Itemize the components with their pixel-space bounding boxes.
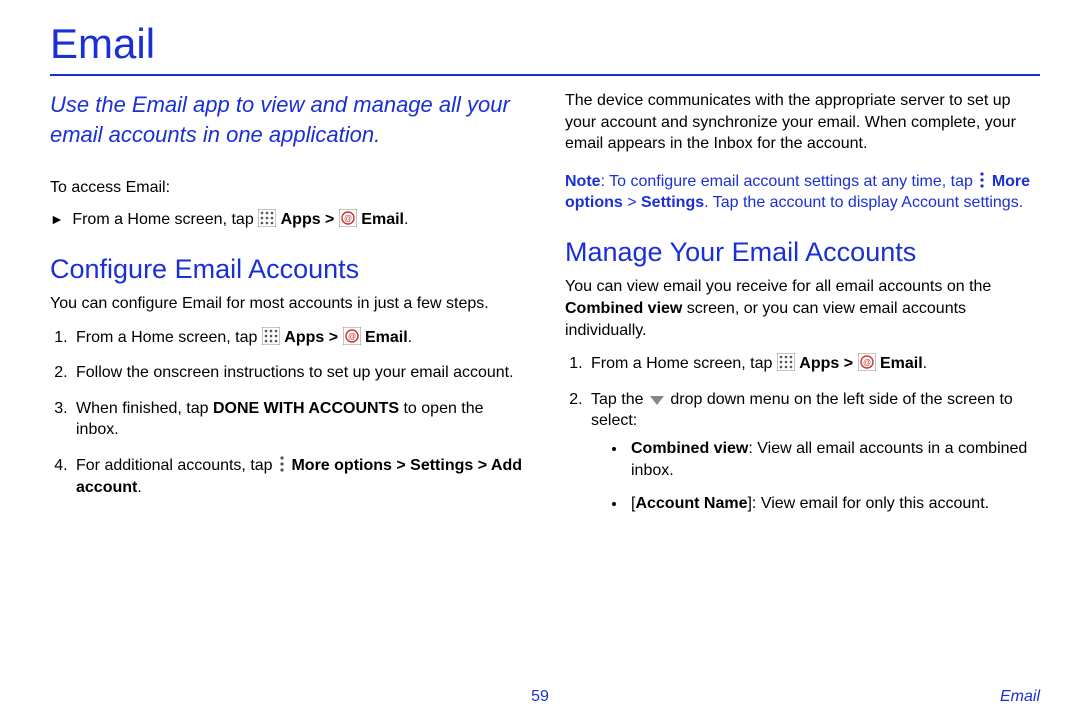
list-item: From a Home screen, tap Apps > @ Email. [72, 327, 525, 349]
email-icon: @ [343, 327, 361, 345]
list-item: For additional accounts, tap More option… [72, 455, 525, 498]
combined-view-label: Combined view [631, 440, 748, 457]
page-title: Email [50, 20, 1040, 68]
list-item: From a Home screen, tap Apps > @ Email. [587, 353, 1040, 375]
access-step: ► From a Home screen, tap Apps > @ Email… [50, 209, 525, 231]
right-column: The device communicates with the appropr… [565, 90, 1040, 529]
sep: > [623, 194, 641, 211]
apps-label: Apps [281, 211, 321, 228]
title-rule [50, 74, 1040, 76]
configure-steps: From a Home screen, tap Apps > @ Email. … [50, 327, 525, 499]
configure-desc: You can configure Email for most account… [50, 293, 525, 315]
svg-text:@: @ [862, 358, 870, 367]
list-item: Tap the drop down menu on the left side … [587, 389, 1040, 515]
text: From a Home screen, tap [76, 329, 262, 346]
apps-icon [777, 353, 795, 371]
svg-text:@: @ [347, 332, 355, 341]
text: When finished, tap [76, 400, 213, 417]
more-options-icon [977, 171, 987, 189]
account-name-label: Account Name [635, 495, 747, 512]
settings-label: Settings [410, 457, 473, 474]
email-icon: @ [858, 353, 876, 371]
sync-paragraph: The device communicates with the appropr… [565, 90, 1040, 155]
done-label: DONE WITH ACCOUNTS [213, 400, 399, 417]
manage-steps: From a Home screen, tap Apps > @ Email. … [565, 353, 1040, 515]
sep: > [473, 457, 491, 474]
sep: > [839, 355, 857, 372]
sep: > [392, 457, 410, 474]
note-label: Note [565, 173, 601, 190]
text: ]: View email for only this account. [747, 495, 989, 512]
manage-bullets: Combined view: View all email accounts i… [591, 438, 1040, 515]
more-options-label: More options [291, 457, 391, 474]
intro-text: Use the Email app to view and manage all… [50, 90, 525, 149]
content-columns: Use the Email app to view and manage all… [50, 90, 1040, 529]
text: . Tap the account to display Account set… [704, 194, 1023, 211]
list-item: [Account Name]: View email for only this… [627, 493, 1040, 515]
text: : To configure email account settings at… [601, 173, 978, 190]
email-label: Email [365, 329, 408, 346]
more-options-icon [277, 455, 287, 473]
manage-desc: You can view email you receive for all e… [565, 276, 1040, 341]
access-prefix: From a Home screen, tap [72, 211, 258, 228]
settings-label: Settings [641, 194, 704, 211]
arrow-icon: ► [50, 210, 64, 229]
email-label: Email [361, 211, 404, 228]
list-item: Follow the onscreen instructions to set … [72, 362, 525, 384]
text: From a Home screen, tap [591, 355, 777, 372]
note-paragraph: Note: To configure email account setting… [565, 171, 1040, 214]
text: You can view email you receive for all e… [565, 278, 991, 295]
text: Tap the [591, 391, 648, 408]
sep: > [324, 329, 342, 346]
page-number: 59 [0, 688, 1080, 706]
list-item: When finished, tap DONE WITH ACCOUNTS to… [72, 398, 525, 441]
configure-heading: Configure Email Accounts [50, 251, 525, 287]
combined-view-label: Combined view [565, 300, 682, 317]
text: For additional accounts, tap [76, 457, 277, 474]
apps-label: Apps [284, 329, 324, 346]
email-icon: @ [339, 209, 357, 227]
manage-heading: Manage Your Email Accounts [565, 234, 1040, 270]
access-label: To access Email: [50, 177, 525, 199]
svg-text:@: @ [344, 214, 352, 223]
dropdown-icon [648, 393, 666, 407]
sep: > [321, 211, 339, 228]
apps-label: Apps [799, 355, 839, 372]
email-label: Email [880, 355, 923, 372]
left-column: Use the Email app to view and manage all… [50, 90, 525, 529]
list-item: Combined view: View all email accounts i… [627, 438, 1040, 481]
footer-section-label: Email [1000, 688, 1040, 706]
apps-icon [262, 327, 280, 345]
apps-icon [258, 209, 276, 227]
